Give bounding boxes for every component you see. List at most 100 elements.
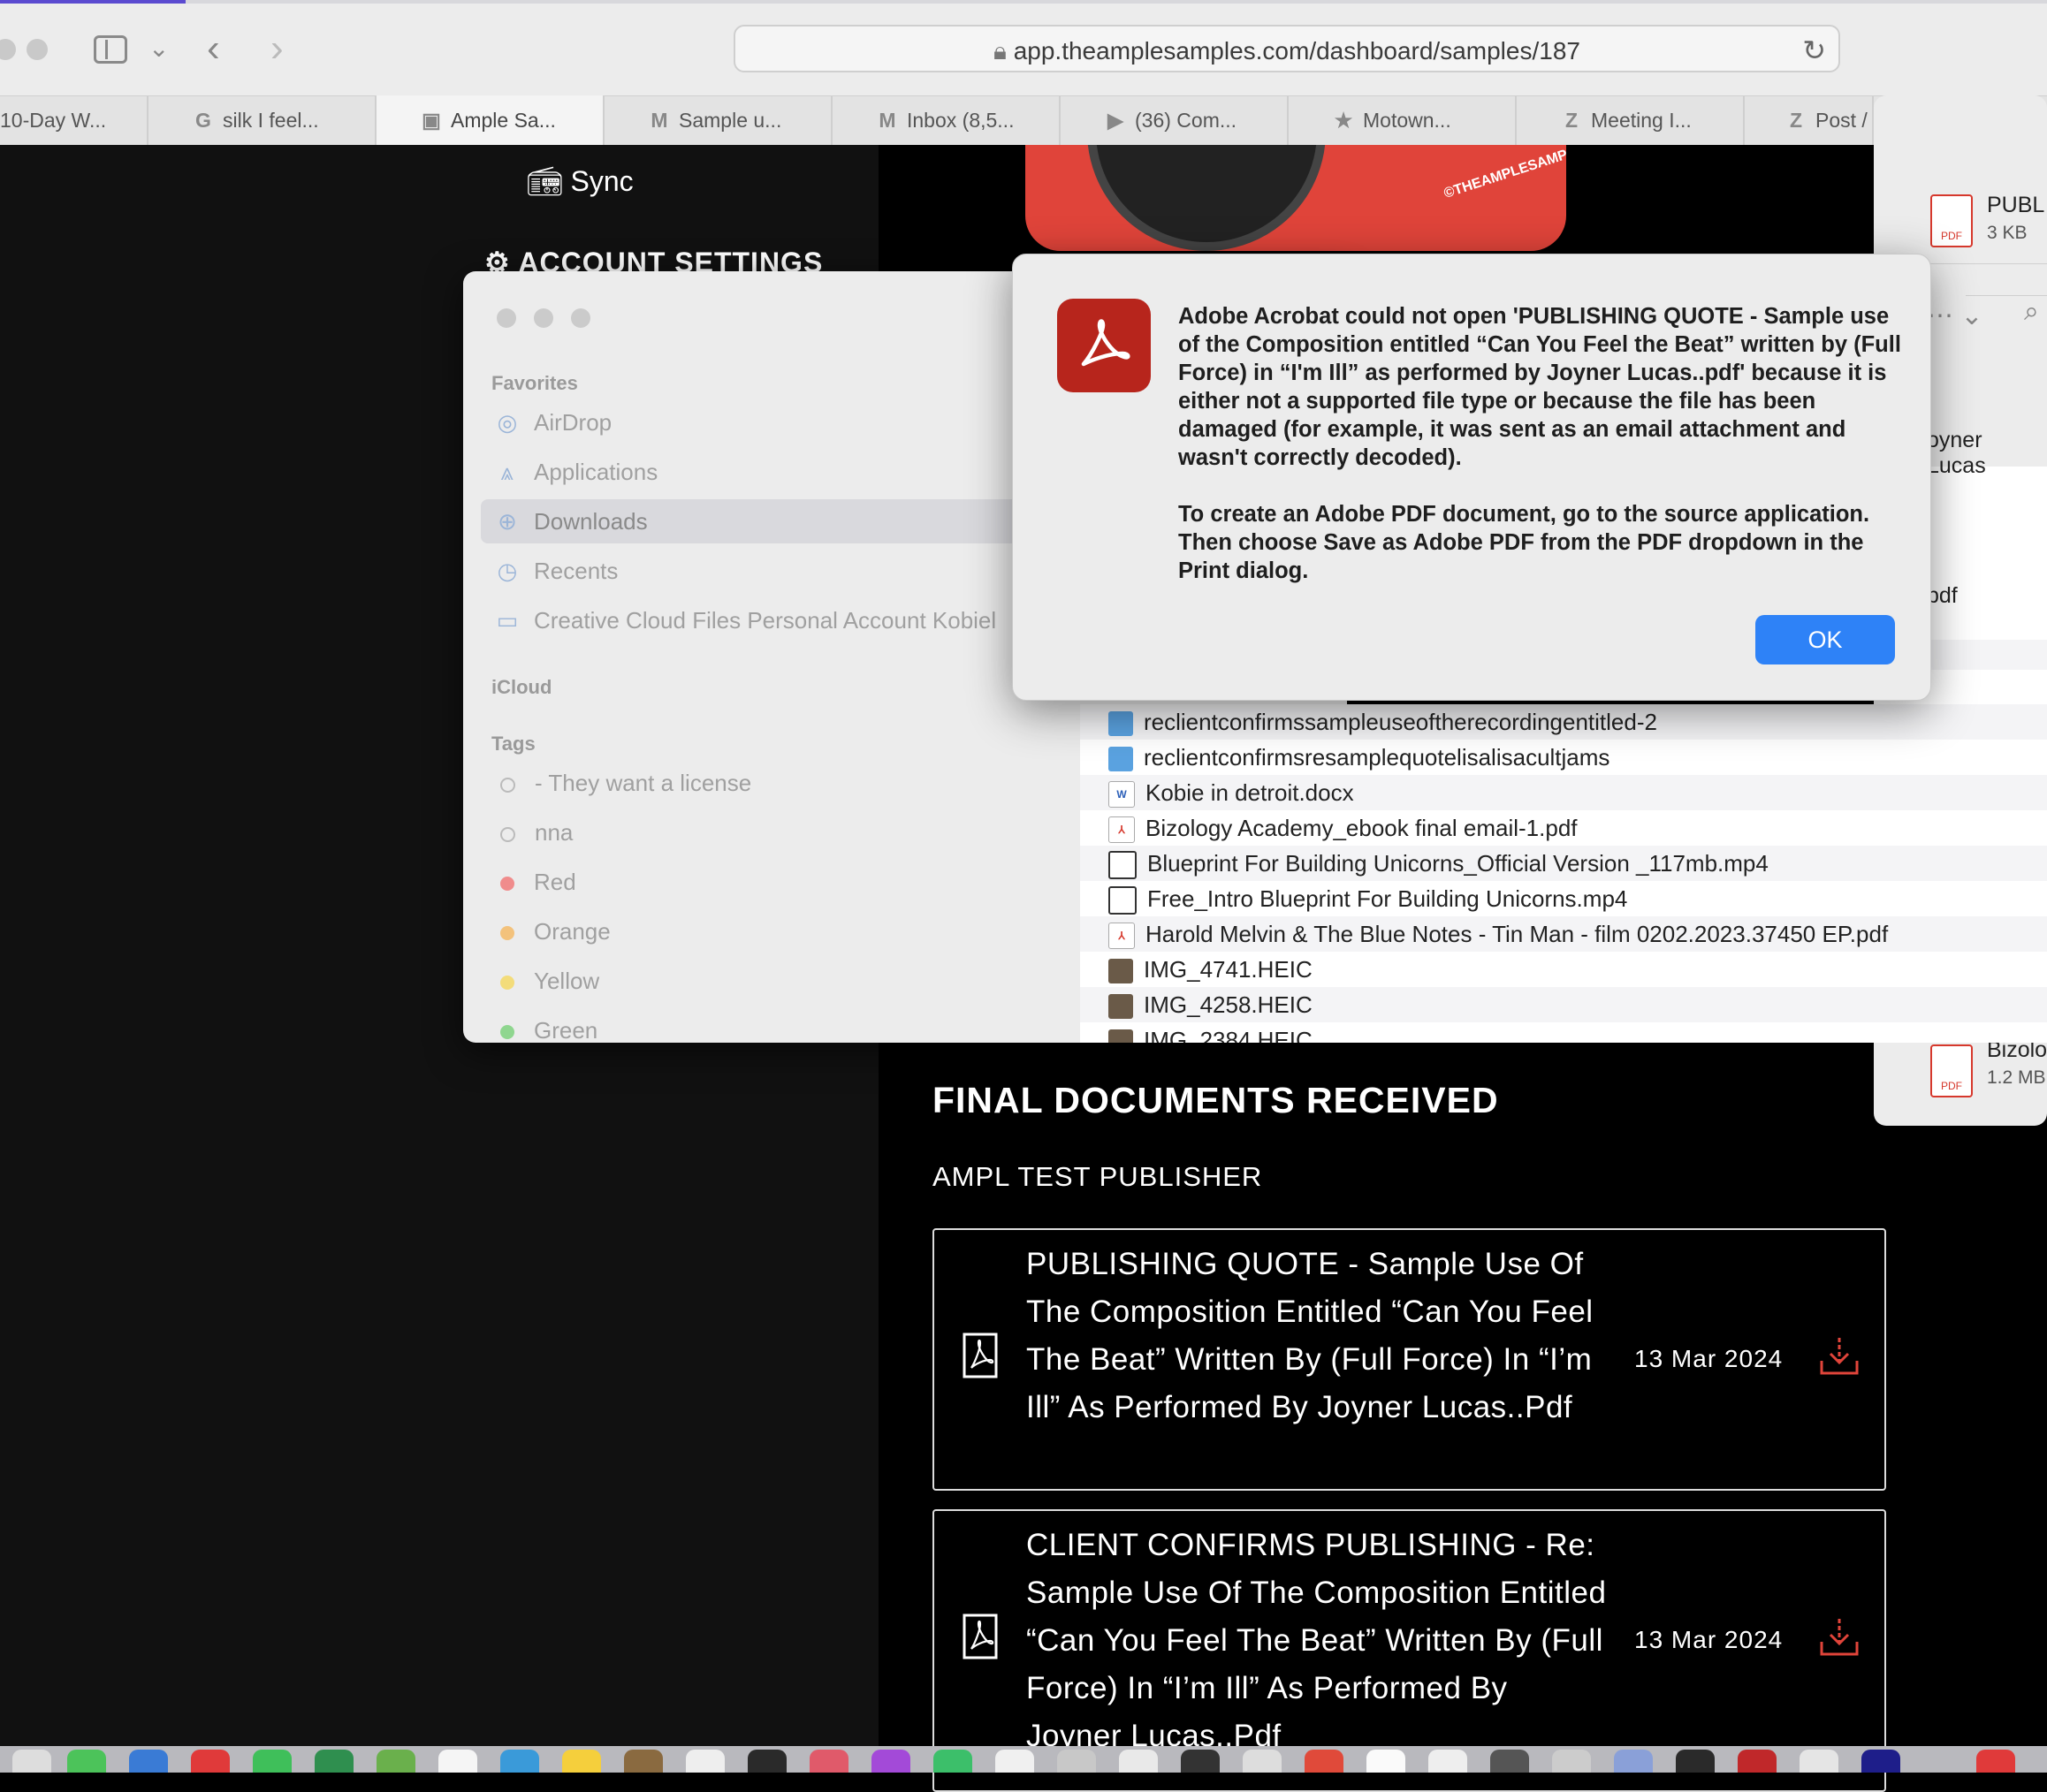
window-minimize-button[interactable] [534,308,553,328]
tab[interactable]: Z Post / [1745,95,1874,145]
sidebar-item-sync[interactable]: 📻︎ Sync [527,164,634,198]
dock-app-icon[interactable] [1243,1750,1282,1773]
tab-ample-samples[interactable]: ▣ Ample Sa... [377,95,605,145]
dock-app-icon[interactable] [1490,1750,1529,1773]
image-file-icon [1108,959,1133,984]
dock-app-icon[interactable] [191,1750,230,1773]
zoom-icon: Z [1789,109,1803,132]
file-row[interactable]: IMG_2384.HEIC [1080,1022,2047,1043]
sidebar-toggle-icon[interactable] [94,35,127,64]
file-row[interactable]: ⅄ Bizology Academy_ebook final email-1.pd… [1080,810,2047,846]
dock-app-icon[interactable] [253,1750,292,1773]
dock-app-icon[interactable] [377,1750,415,1773]
file-row[interactable]: IMG_4741.HEIC [1080,952,2047,987]
download-item-size: 3 KB [1987,223,2028,243]
tab[interactable]: ★ Motown... [1289,95,1517,145]
window-minimize-button[interactable] [27,39,48,60]
dock-app-icon[interactable] [1976,1750,2015,1773]
folder-icon [1108,747,1133,772]
folder-icon [1108,711,1133,737]
file-row[interactable]: IMG_4258.HEIC [1080,987,2047,1022]
dock-app-icon[interactable] [1428,1750,1467,1773]
recents-icon: ◷ [497,558,518,584]
dock-app-icon[interactable] [1119,1750,1158,1773]
image-file-icon [1108,994,1133,1020]
dock-app-icon[interactable] [438,1750,477,1773]
dock-app-icon[interactable] [686,1750,725,1773]
window-close-button[interactable] [497,308,516,328]
document-date: 13 Mar 2024 [1634,1626,1784,1653]
youtube-icon: ▶ [1107,109,1123,132]
dock-app-icon[interactable] [1614,1750,1653,1773]
dock-app-icon[interactable] [1181,1750,1220,1773]
dock-app-icon[interactable] [315,1750,354,1773]
tag-dot-icon [500,1025,514,1040]
partial-filename: oyner Lucas [1927,428,1986,478]
dock-app-icon[interactable] [1800,1750,1838,1773]
dock-app-icon[interactable] [562,1750,601,1773]
image-file-icon [1108,1029,1133,1043]
download-icon[interactable] [1818,1617,1861,1658]
window-zoom-button[interactable] [571,308,590,328]
word-document-icon: W [1108,781,1135,809]
url-text: app.theamplesamples.com/dashboard/sample… [1013,37,1580,65]
dock-app-icon[interactable] [129,1750,168,1773]
dock-app-icon[interactable] [871,1750,910,1773]
search-icon[interactable]: ⌕ [2024,297,2039,327]
adobe-acrobat-icon [1057,299,1151,392]
document-date: 13 Mar 2024 [1634,1345,1784,1372]
pdf-file-icon [963,1333,998,1378]
file-row[interactable]: W Kobie in detroit.docx [1080,775,2047,810]
favorites-heading: Favorites [491,372,578,394]
section-heading: FINAL DOCUMENTS RECEIVED [932,1080,1499,1120]
tab[interactable]: Gsilk I feel... [148,95,377,145]
pdf-file-icon: PDF [1930,194,1973,247]
file-row[interactable]: reclientconfirmsresamplequotelisalisacul… [1080,740,2047,775]
file-row[interactable]: Blueprint For Building Unicorns_Official… [1080,846,2047,881]
file-row[interactable]: reclientconfirmssampleuseoftherecordinge… [1080,704,2047,740]
dock-app-icon[interactable] [1305,1750,1343,1773]
document-card[interactable]: PUBLISHING QUOTE - Sample Use Of The Com… [932,1228,1886,1491]
video-file-icon [1108,886,1137,915]
dock-app-icon[interactable] [1676,1750,1715,1773]
tab[interactable]: ▶ (36) Com... [1061,95,1289,145]
back-button[interactable]: ‹ [207,25,220,72]
dock-app-icon[interactable] [995,1750,1034,1773]
dock-app-icon[interactable] [1057,1750,1096,1773]
dock-app-icon[interactable] [1552,1750,1591,1773]
star-icon: ★ [1334,109,1353,132]
dock-app-icon[interactable] [1738,1750,1777,1773]
reload-icon[interactable]: ↻ [1802,34,1826,67]
tab[interactable]: 10-Day W... [0,95,148,145]
dock-app-icon[interactable] [12,1750,51,1773]
dock-app-icon[interactable] [748,1750,787,1773]
video-file-icon [1108,851,1137,880]
dock-app-icon[interactable] [67,1750,106,1773]
tab[interactable]: Z Meeting I... [1517,95,1745,145]
document-title: CLIENT CONFIRMS PUBLISHING - Re: Sample … [1026,1528,1607,1753]
dock-app-icon[interactable] [810,1750,848,1773]
airdrop-icon: ◎ [497,409,518,436]
forward-button[interactable]: › [270,25,284,72]
tab[interactable]: M Inbox (8,5... [833,95,1061,145]
tab[interactable]: M Sample u... [605,95,833,145]
dock-app-icon[interactable] [1861,1750,1900,1773]
gmail-icon: M [879,109,896,132]
more-options-icon[interactable]: ⋯ ⌄ [1927,300,1982,331]
ok-button[interactable]: OK [1755,615,1895,664]
partial-filename: pdf [1927,583,1958,608]
dock-app-icon[interactable] [1366,1750,1405,1773]
dock-app-icon[interactable] [933,1750,972,1773]
applications-icon: ⩓ [500,459,514,485]
file-row[interactable]: Free_Intro Blueprint For Building Unicor… [1080,881,2047,916]
radio-icon: 📻︎ [527,165,571,197]
file-row[interactable]: ⅄ Harold Melvin & The Blue Notes - Tin Ma… [1080,916,2047,952]
dock [0,1746,2047,1773]
address-bar[interactable]: 🔒︎ app.theamplesamples.com/dashboard/sam… [734,25,1840,72]
chevron-down-icon[interactable]: ⌄ [148,25,169,72]
pdf-file-icon: PDF [1930,1044,1973,1097]
download-icon[interactable] [1818,1336,1861,1377]
dock-app-icon[interactable] [500,1750,539,1773]
publisher-name: AMPL TEST PUBLISHER [932,1161,1263,1192]
dock-app-icon[interactable] [624,1750,663,1773]
